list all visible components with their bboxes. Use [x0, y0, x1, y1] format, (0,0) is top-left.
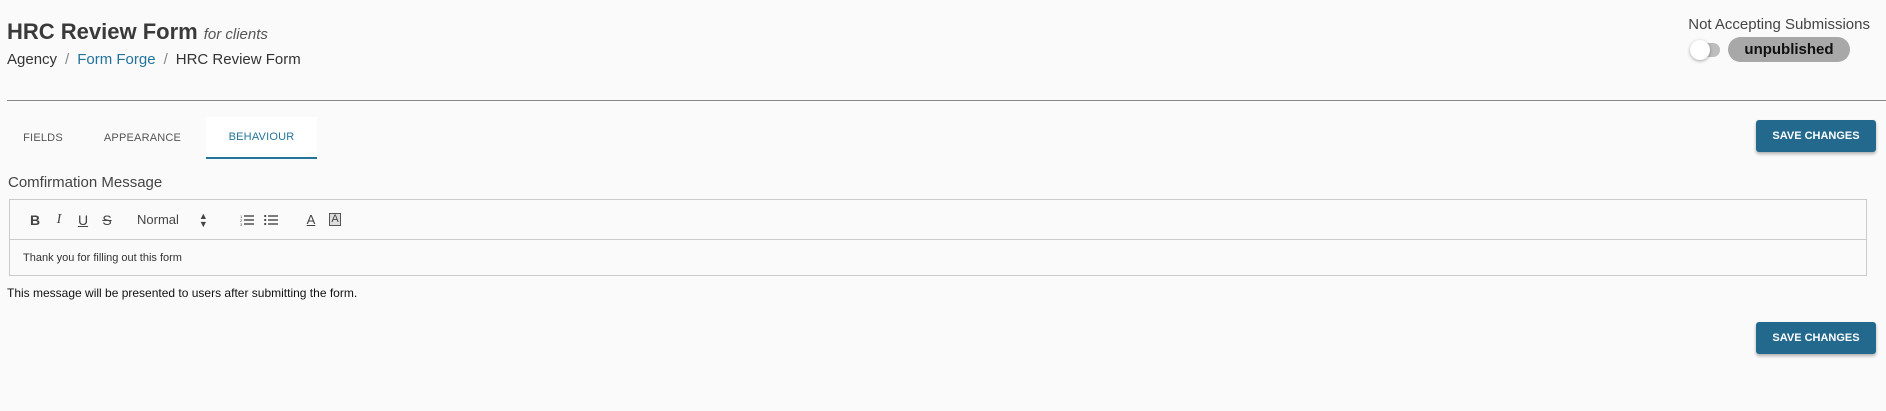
italic-button[interactable]: I	[47, 208, 71, 232]
svg-text:3: 3	[240, 222, 243, 226]
breadcrumb-separator: /	[65, 51, 70, 68]
editor-content[interactable]: Thank you for filling out this form	[10, 240, 1866, 276]
ordered-list-button[interactable]: 1 2 3	[235, 208, 259, 232]
publish-status-badge: unpublished	[1728, 37, 1850, 62]
submission-status-text: Not Accepting Submissions	[1688, 16, 1870, 33]
breadcrumb-current: HRC Review Form	[175, 51, 301, 68]
tab-fields[interactable]: FIELDS	[7, 117, 79, 159]
confirmation-message-label: Comfirmation Message	[8, 174, 163, 191]
tab-appearance[interactable]: APPEARANCE	[79, 117, 206, 159]
strikethrough-button[interactable]: S	[95, 208, 119, 232]
underline-button[interactable]: U	[71, 208, 95, 232]
toggle-knob	[1690, 39, 1710, 60]
text-format-value: Normal	[137, 212, 179, 227]
header-divider	[7, 100, 1886, 101]
select-caret-icon: ▲ ▼	[198, 210, 208, 229]
submission-status: Not Accepting Submissions unpublished	[1688, 16, 1870, 62]
confirmation-message-helper: This message will be presented to users …	[7, 286, 358, 300]
breadcrumb: Agency / Form Forge / HRC Review Form	[7, 51, 301, 68]
tab-behaviour[interactable]: BEHAVIOUR	[206, 117, 317, 159]
breadcrumb-form-forge-link[interactable]: Form Forge	[77, 51, 155, 68]
text-format-select[interactable]: Normal ▲ ▼	[137, 210, 227, 229]
bullet-list-icon	[264, 214, 278, 225]
editor-toolbar: B I U S Normal ▲ ▼ 1 2 3 A A	[10, 200, 1866, 240]
breadcrumb-separator: /	[163, 51, 168, 68]
bullet-list-button[interactable]	[259, 208, 283, 232]
font-color-icon: A	[306, 212, 316, 227]
bold-button[interactable]: B	[23, 208, 47, 232]
save-changes-button-bottom[interactable]: SAVE CHANGES	[1756, 322, 1876, 354]
page-title: HRC Review Form	[7, 19, 198, 44]
page-subtitle: for clients	[203, 26, 268, 43]
ordered-list-icon: 1 2 3	[240, 214, 254, 226]
background-color-button[interactable]: A	[323, 208, 347, 232]
accepting-submissions-toggle[interactable]	[1690, 39, 1720, 60]
page-header: HRC Review Form for clients	[7, 19, 268, 45]
font-color-button[interactable]: A	[299, 208, 323, 232]
breadcrumb-agency[interactable]: Agency	[7, 51, 57, 68]
rich-text-editor: B I U S Normal ▲ ▼ 1 2 3 A A Thank you f…	[9, 199, 1867, 276]
tab-bar: FIELDS APPEARANCE BEHAVIOUR	[7, 117, 317, 159]
background-color-icon: A	[329, 213, 341, 226]
status-controls: unpublished	[1690, 37, 1870, 62]
save-changes-button-top[interactable]: SAVE CHANGES	[1756, 120, 1876, 152]
